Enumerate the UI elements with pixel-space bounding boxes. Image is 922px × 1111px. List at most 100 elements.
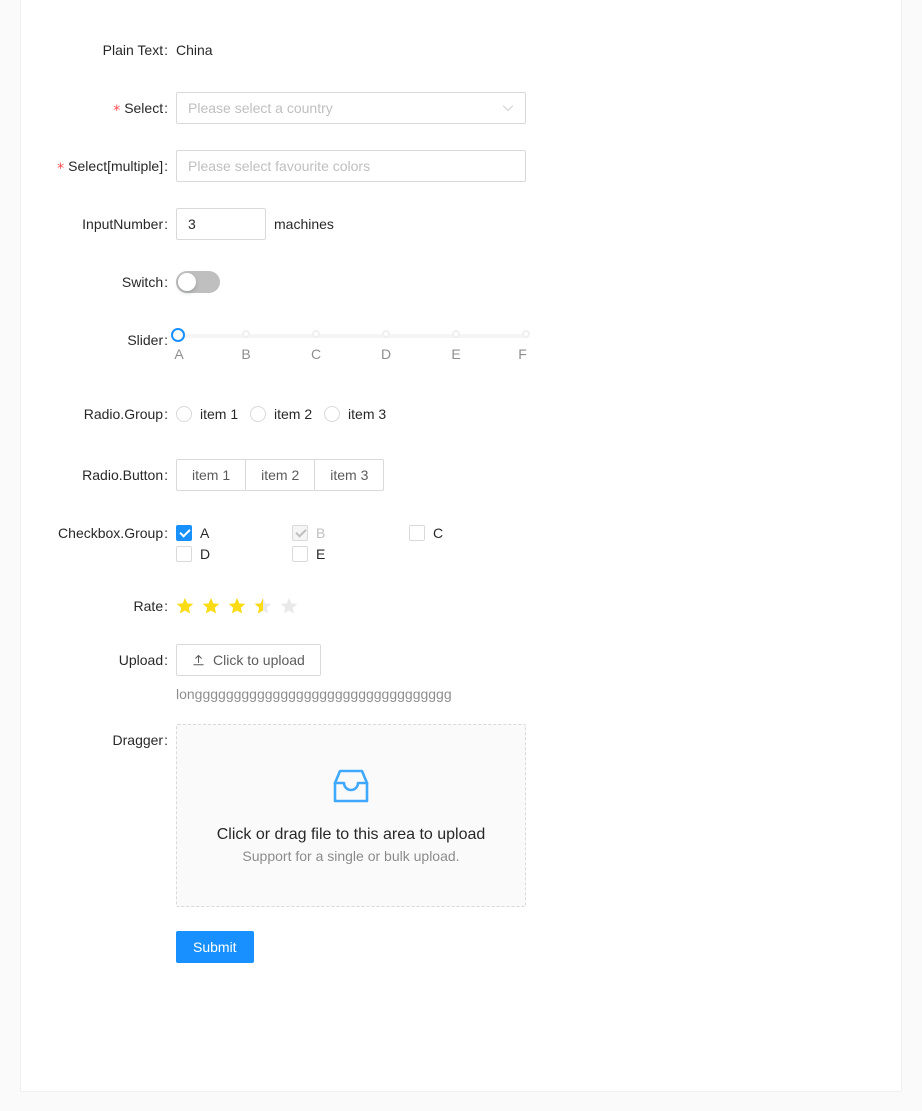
required-marker-select-multiple: * [57,161,65,177]
slider-dot [312,330,320,338]
radio-circle-icon [324,406,341,422]
checkbox-option-e[interactable]: E [292,543,409,564]
star-icon-4-half[interactable] [254,597,272,615]
form-row-switch: Switch: [21,266,901,298]
radio-option-3[interactable]: item 3 [324,398,386,430]
label-dragger: Dragger: [21,724,176,756]
checkbox-option-c-label: C [433,524,444,541]
label-radio-group-text: Radio.Group [83,406,164,422]
label-radio-button-text: Radio.Button [82,467,164,483]
slider-mark-c[interactable]: C [311,346,321,362]
rate-stars [176,590,901,622]
checkbox-option-a[interactable]: A [176,522,292,543]
star-icon-3[interactable] [228,597,246,615]
label-radio-button: Radio.Button: [21,459,176,491]
form-row-upload: Upload: Click to upload longgggggggggggg… [21,644,901,702]
slider-dot [522,330,530,338]
label-colon: : [164,598,168,614]
dragger-title: Click or drag file to this area to uploa… [216,826,486,843]
label-colon: : [164,332,168,348]
control-radio-button: item 1 item 2 item 3 [176,459,901,491]
radio-option-1[interactable]: item 1 [176,398,238,430]
radio-option-2-label: item 2 [274,406,313,422]
checkbox-option-a-label: A [200,524,210,541]
checkbox-option-b: B [292,522,409,543]
control-input-number: 3 machines [176,208,901,240]
control-submit: Submit [176,931,901,963]
form-row-slider: Slider: A B C D E F [21,324,901,372]
star-icon-5[interactable] [280,597,298,615]
select-country[interactable]: Please select a country [176,92,526,124]
radio-option-3-label: item 3 [348,406,387,422]
checkbox-box-icon [292,545,308,562]
label-upload-text: Upload [118,652,164,668]
checkbox-box-icon [409,524,425,541]
chevron-down-icon [502,93,514,123]
label-input-number-text: InputNumber [82,216,164,232]
form-row-checkbox-group: Checkbox.Group: A B C D E [21,517,901,564]
form-row-radio-button: Radio.Button: item 1 item 2 item 3 [21,459,901,491]
star-icon-1[interactable] [176,597,194,615]
form-row-select-multiple: * Select[multiple]: Please select favouri… [21,150,901,182]
label-dragger-text: Dragger [112,732,164,748]
radio-option-1-label: item 1 [200,406,239,422]
star-icon-2[interactable] [202,597,220,615]
label-colon: : [164,274,168,290]
form-row-input-number: InputNumber: 3 machines [21,208,901,240]
select-colors[interactable]: Please select favourite colors [176,150,526,182]
slider-mark-f[interactable]: F [518,346,527,362]
label-colon: : [164,216,168,232]
control-checkbox-group: A B C D E [176,517,901,564]
demo-form: Plain Text: China * Select: Please select… [21,0,901,963]
radio-button-3[interactable]: item 3 [315,459,385,491]
form-row-plain-text: Plain Text: China [21,34,901,66]
slider-dot [452,330,460,338]
form-row-dragger: Dragger: Click or drag file to this area… [21,724,901,907]
slider-mark-a[interactable]: A [174,346,183,362]
upload-button[interactable]: Click to upload [176,644,321,676]
dragger-dropzone[interactable]: Click or drag file to this area to uploa… [176,724,526,907]
inbox-icon [329,767,373,810]
upload-file-name[interactable]: longgggggggggggggggggggggggggggggggg [176,686,526,702]
control-select: Please select a country [176,92,901,124]
control-plain-text: China [176,34,901,66]
slider-dot [382,330,390,338]
slider-mark-b[interactable]: B [241,346,250,362]
input-number-suffix: machines [274,216,334,232]
checkbox-option-d[interactable]: D [176,543,292,564]
label-select-multiple-text: Select[multiple] [68,158,164,174]
checkbox-box-icon [292,524,308,541]
label-colon: : [164,467,168,483]
radio-button-1[interactable]: item 1 [176,459,247,491]
slider-mark-e[interactable]: E [451,346,460,362]
label-upload: Upload: [21,644,176,676]
input-number-field[interactable]: 3 [176,208,266,240]
radio-button-2[interactable]: item 2 [246,459,316,491]
label-colon: : [164,406,168,422]
label-slider-text: Slider [127,332,164,348]
label-switch-text: Switch [121,274,164,290]
checkbox-option-e-label: E [316,545,326,562]
checkbox-option-c[interactable]: C [409,522,526,543]
radio-option-2[interactable]: item 2 [250,398,312,430]
required-marker-select: * [113,103,121,119]
label-rate: Rate: [21,590,176,622]
dragger-hint: Support for a single or bulk upload. [242,848,460,864]
submit-button[interactable]: Submit [176,931,254,963]
control-rate [176,590,901,622]
label-colon: : [164,525,168,541]
checkbox-box-icon [176,545,192,562]
slider-handle[interactable] [171,328,185,342]
slider[interactable]: A B C D E F [171,328,530,372]
label-plain-text-text: Plain Text [102,42,164,58]
label-switch: Switch: [21,266,176,298]
input-number-value: 3 [188,216,196,232]
form-row-rate: Rate: [21,590,901,622]
slider-mark-d[interactable]: D [381,346,391,362]
label-checkbox-group-text: Checkbox.Group [58,525,164,541]
form-panel: Plain Text: China * Select: Please select… [20,0,902,1092]
label-select-multiple: * Select[multiple]: [21,150,176,182]
switch-toggle[interactable] [176,271,220,293]
checkbox-group: A B C D E [176,517,526,564]
control-select-multiple: Please select favourite colors [176,150,901,182]
